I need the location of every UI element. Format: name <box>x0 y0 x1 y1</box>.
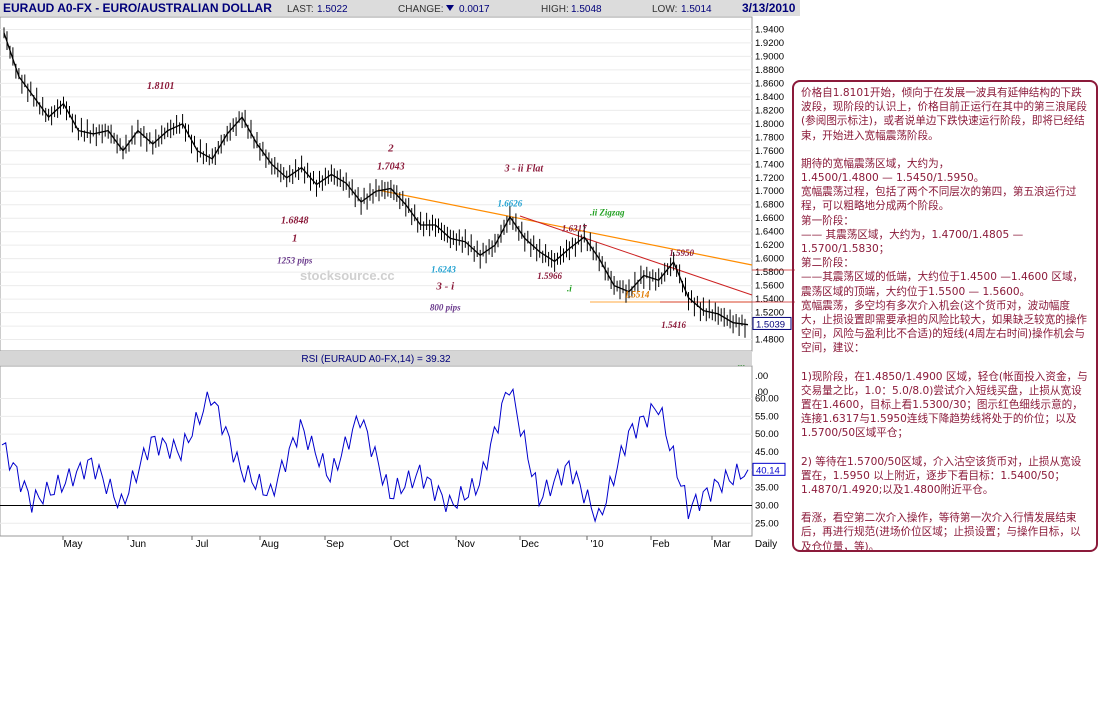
wave-annotation: 1.6317 <box>562 223 587 233</box>
analysis-para-2g: ——其震荡区域的低端，大约位于1.4500 —1.4600 区域，震荡区域的顶端… <box>801 271 1084 298</box>
wave-annotation: 1.7043 <box>377 161 405 172</box>
wave-annotation: 1.6243 <box>431 264 456 274</box>
analysis-box: 价格自1.8101开始，倾向于在发展一波具有延伸结构的下跌波段，现阶段的认识上，… <box>792 80 1098 552</box>
x-tick-label: Dec <box>521 539 539 550</box>
x-tick-label: Nov <box>457 539 475 550</box>
rsi-tick-label: 35.00 <box>755 483 779 494</box>
last-label: LAST: <box>287 4 314 15</box>
rsi-tick-label: 45.00 <box>755 447 779 458</box>
wave-annotation: 1.5966 <box>537 271 562 281</box>
wave-annotation: .i <box>567 283 572 293</box>
x-tick-label: Jun <box>130 539 146 550</box>
low-label: LOW: <box>652 4 677 15</box>
rsi-tick-label: 50.00 <box>755 429 779 440</box>
price-tick-label: 1.5600 <box>755 281 784 292</box>
wave-annotation: 2 <box>387 142 394 154</box>
analysis-para-3: 宽幅震荡，多空均有多次介入机会(这个货币对，波动幅度大，止损设置即需要承担的风险… <box>801 299 1088 355</box>
x-tick-label: '10 <box>590 539 603 550</box>
low-value: 1.5014 <box>681 4 712 15</box>
price-tick-label: 1.8400 <box>755 92 784 103</box>
price-tick-label: 1.6800 <box>755 200 784 211</box>
wave-annotation: 1.5950 <box>669 248 694 258</box>
last-value: 1.5022 <box>317 4 348 15</box>
analysis-para-5: 2) 等待在1.5700/50区域，介入沽空该货币对，止损从宽设置在，1.595… <box>801 455 1082 497</box>
high-value: 1.5048 <box>571 4 602 15</box>
wave-annotation: 1.5416 <box>661 320 686 330</box>
rsi-label: RSI (EURAUD A0-FX,14) = 39.32 <box>301 354 451 365</box>
watermark: stocksource.cc <box>300 268 395 283</box>
analysis-para-4: 1)现阶段，在1.4850/1.4900 区域，轻仓(帐面投入资金，与交易量之比… <box>801 370 1088 440</box>
price-tick-label: 1.6600 <box>755 213 784 224</box>
analysis-para-2c: 宽幅震荡过程，包括了两个不同层次的第四，第五浪运行过程，可以粗略地分成两个阶段。 <box>801 186 1077 213</box>
rsi-tick-label: 55.00 <box>755 411 779 422</box>
analysis-para-2f: 第二阶段： <box>801 257 854 270</box>
wave-annotation: 3 - i <box>435 280 455 292</box>
price-tick-label: 1.9400 <box>755 24 784 35</box>
wave-annotation: 3 - ii Flat <box>504 164 545 175</box>
rsi-axis: .00.0060.0055.0050.0045.0040.0035.0030.0… <box>752 371 786 529</box>
price-tick-label: 1.7800 <box>755 132 784 143</box>
change-value: 0.0017 <box>459 4 490 15</box>
rsi-tick-label: 30.00 <box>755 500 779 511</box>
symbol-title: EURAUD A0-FX - EURO/AUSTRALIAN DOLLAR <box>3 1 272 15</box>
high-label: HIGH: <box>541 4 569 15</box>
analysis-para-1: 价格自1.8101开始，倾向于在发展一波具有延伸结构的下跌波段，现阶段的认识上，… <box>801 87 1088 142</box>
analysis-para-6: 看涨，看空第二次介入操作，等待第一次介入行情发展结束后，再进行规范(进场价位区域… <box>801 512 1081 552</box>
price-tick-label: 1.5400 <box>755 294 784 305</box>
price-tick-label: 1.9000 <box>755 51 784 62</box>
x-tick-label: Sep <box>326 539 344 550</box>
rsi-last-label: 40.14 <box>756 465 780 476</box>
last-price-label: 1.5039 <box>756 319 785 330</box>
wave-annotation: 800 pips <box>430 302 461 312</box>
price-tick-label: 1.8200 <box>755 105 784 116</box>
wave-annotation: .ii Zigzag <box>590 207 625 217</box>
x-axis: May Jun Jul Aug Sep Oct Nov Dec '10 Feb Mar Daily <box>62 536 777 550</box>
analysis-para-2d: 第一阶段： <box>801 214 854 227</box>
change-label: CHANGE: <box>398 4 444 15</box>
wave-annotation: 1.8101 <box>147 81 175 92</box>
price-tick-label: 1.8000 <box>755 119 784 130</box>
x-tick-label: Daily <box>755 539 777 550</box>
price-tick-label: 1.6000 <box>755 254 784 265</box>
price-tick-label: 1.8600 <box>755 78 784 89</box>
analysis-para-2e: —— 其震荡区域，大约为，1.4700/1.4805 — 1.5700/1.58… <box>801 228 1024 256</box>
price-tick-label: 1.6400 <box>755 227 784 238</box>
price-tick-label: 1.6200 <box>755 240 784 251</box>
price-tick-label: 1.7200 <box>755 173 784 184</box>
price-tick-label: 1.7400 <box>755 159 784 170</box>
x-tick-label: Jul <box>196 539 209 550</box>
rsi-tick-label: 60.00 <box>755 394 779 405</box>
price-tick-label: 1.5800 <box>755 267 784 278</box>
price-tick-label: 1.7000 <box>755 186 784 197</box>
x-tick-label: Aug <box>261 539 279 550</box>
header-date: 3/13/2010 <box>742 1 796 15</box>
wave-annotation: 1.5514 <box>625 289 650 299</box>
x-tick-label: Oct <box>393 539 409 550</box>
x-tick-label: Feb <box>652 539 670 550</box>
rsi-tick-label: .00 <box>755 371 768 382</box>
price-tick-label: 1.8800 <box>755 65 784 76</box>
wave-annotation: 1 <box>292 233 298 245</box>
x-tick-label: May <box>64 539 83 550</box>
price-tick-label: 1.5200 <box>755 308 784 319</box>
analysis-para-2a: 期待的宽幅震荡区域，大约为， <box>801 157 950 170</box>
price-axis: 1.9400 1.9200 1.9000 1.8800 1.8600 1.8400 1.82… <box>752 24 792 346</box>
price-tick-label: 1.9200 <box>755 38 784 49</box>
wave-annotation: 1.6848 <box>281 216 309 227</box>
analysis-para-2b: 1.4500/1.4800 — 1.5450/1.5950。 <box>801 172 985 185</box>
price-tick-label: 1.4800 <box>755 335 784 346</box>
rsi-tick-label: 25.00 <box>755 518 779 529</box>
x-tick-label: Mar <box>713 539 731 550</box>
price-tick-label: 1.7600 <box>755 146 784 157</box>
wave-annotation: 1.6626 <box>498 199 523 209</box>
wave-annotation: 1253 pips <box>277 256 313 266</box>
